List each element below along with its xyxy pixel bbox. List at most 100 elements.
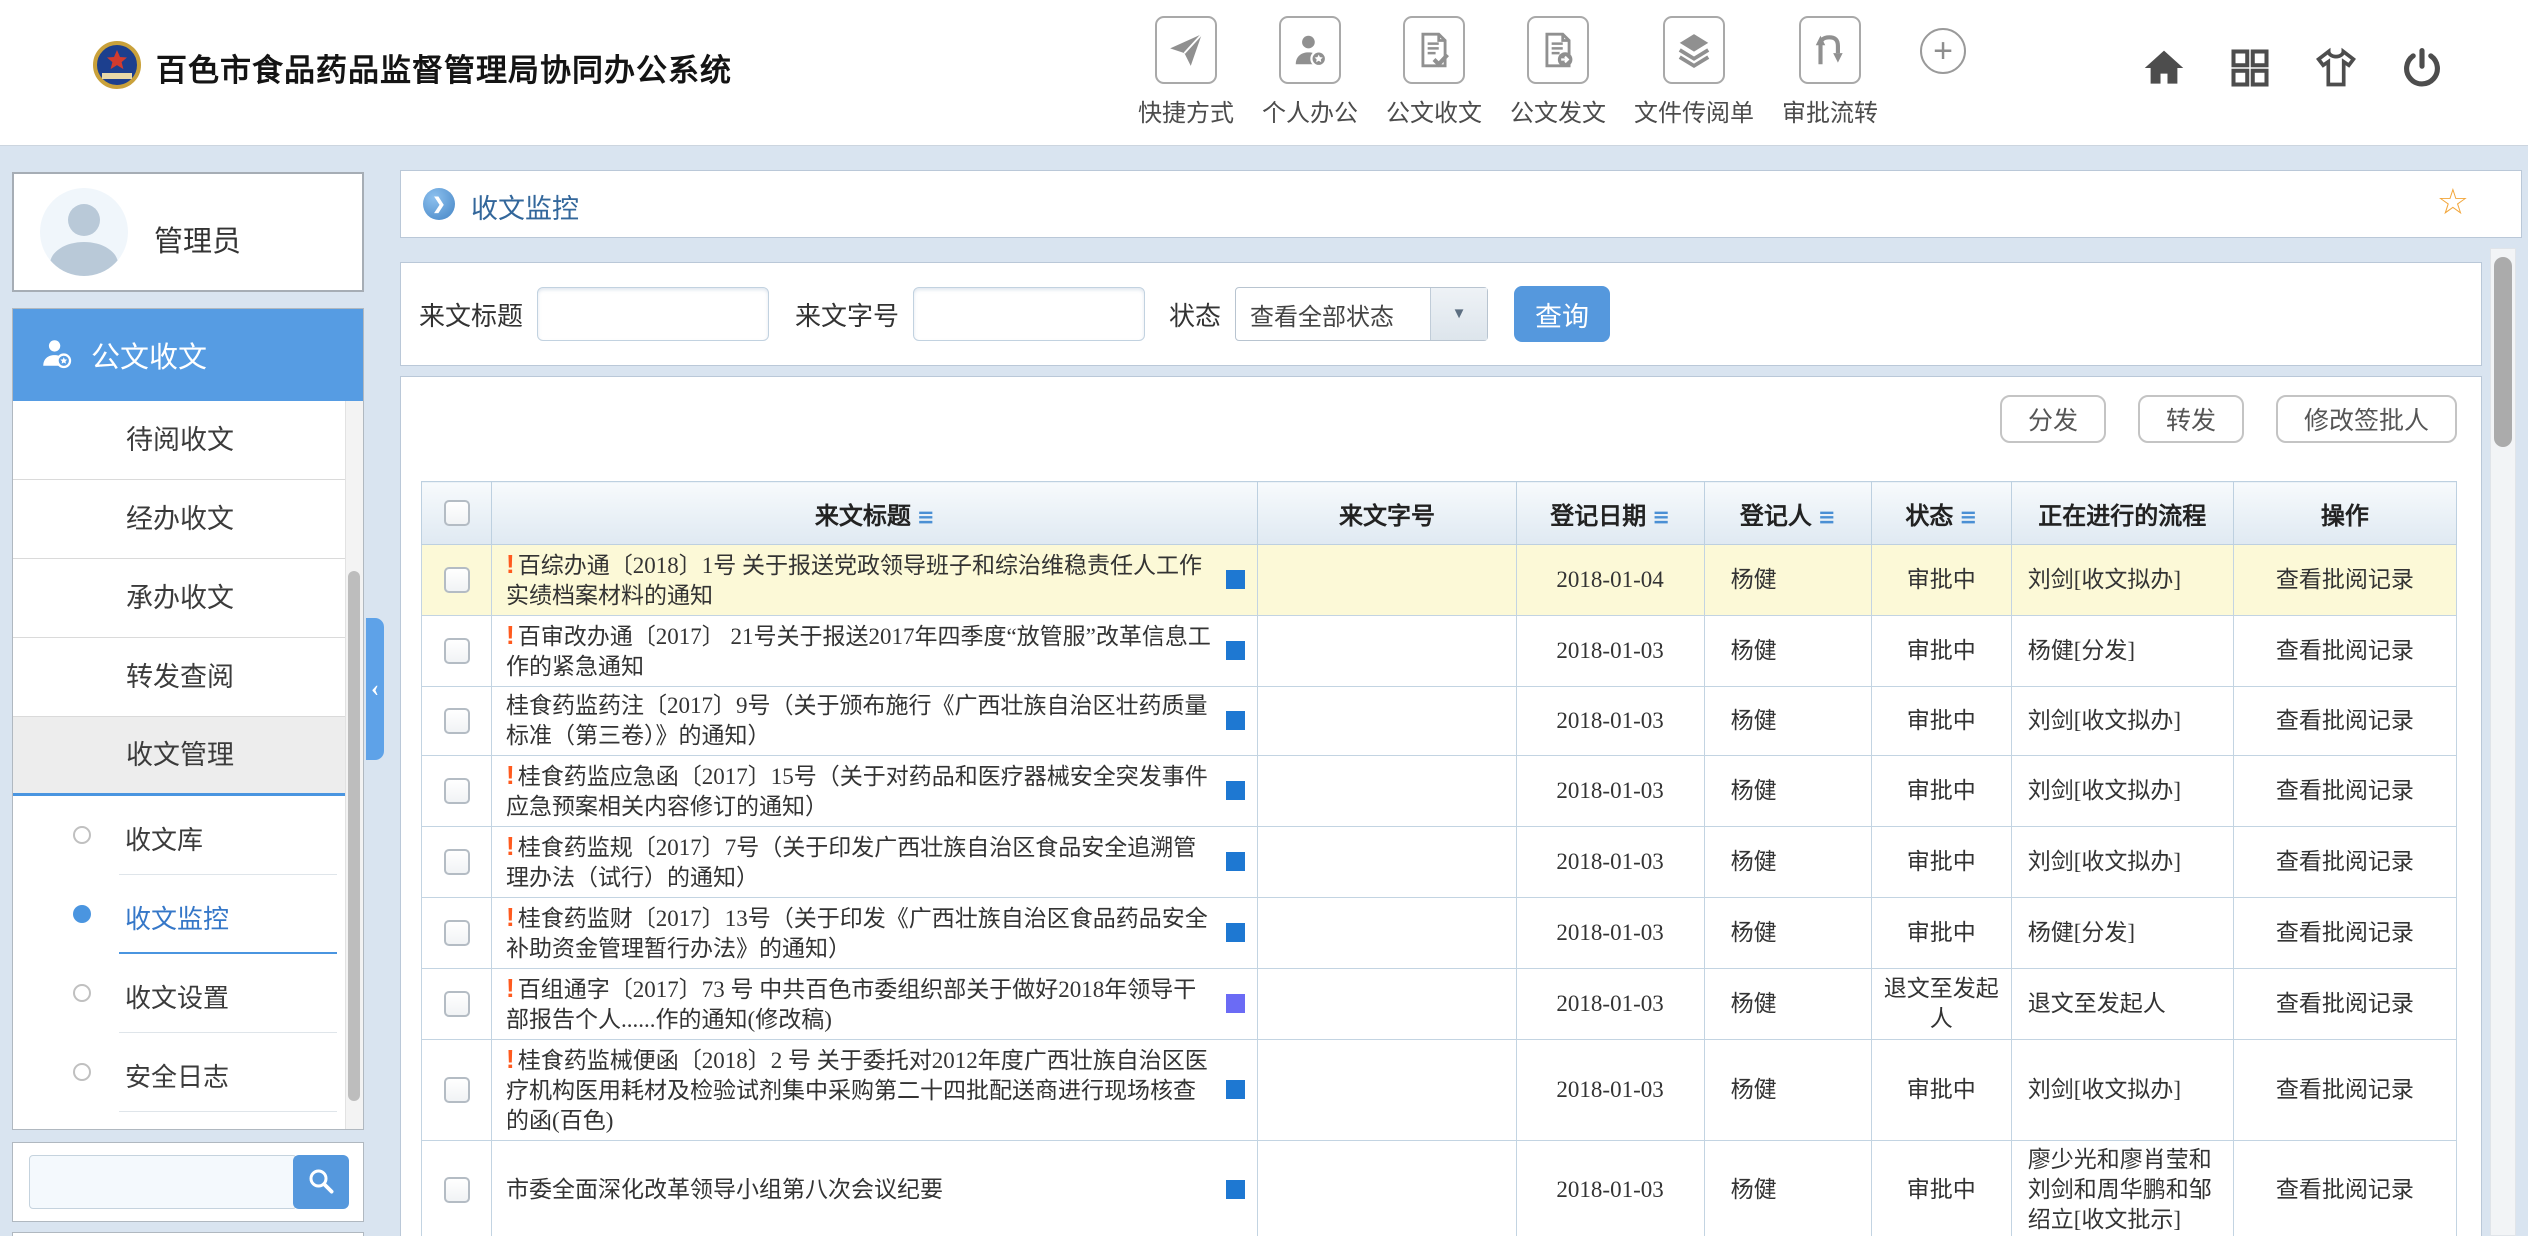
forward-button[interactable]: 转发 — [2138, 395, 2244, 443]
cell-date: 2018-01-03 — [1516, 756, 1704, 827]
sidebar-menu-item[interactable]: 承办收文 — [13, 559, 347, 638]
view-approval-record-link[interactable]: 查看批阅记录 — [2233, 545, 2456, 616]
theme-shirt-icon[interactable] — [2314, 46, 2358, 90]
doc-title-text[interactable]: 百综办通〔2018〕1号 关于报送党政领导班子和综治维稳责任人工作实绩档案材料的… — [506, 553, 1202, 608]
view-approval-record-link[interactable]: 查看批阅记录 — [2233, 969, 2456, 1040]
cell-title[interactable]: 百审改办通〔2017〕 21号关于报送2017年四季度“放管服”改革信息工作的紧… — [492, 616, 1258, 687]
row-checkbox[interactable] — [444, 778, 470, 804]
distribute-button[interactable]: 分发 — [2000, 395, 2106, 443]
sidebar-sub-item[interactable]: 收文设置 — [13, 954, 347, 1033]
sort-icon[interactable] — [1959, 505, 1977, 529]
menu-search-button[interactable] — [293, 1155, 349, 1209]
user-name: 管理员 — [154, 218, 241, 260]
urgent-icon — [506, 973, 515, 1003]
sidebar-sub-item-label: 收文设置 — [125, 978, 229, 1015]
doc-title-text[interactable]: 桂食药监药注〔2017〕9号（关于颁布施行《广西壮族自治区壮药质量标准（第三卷）… — [506, 693, 1208, 748]
top-toolbar: 快捷方式 个人办公 公文收文 公文发文 — [1138, 16, 1966, 128]
row-checkbox[interactable] — [444, 708, 470, 734]
status-select[interactable]: 查看全部状态 — [1235, 287, 1488, 341]
home-icon[interactable] — [2142, 46, 2186, 90]
sort-icon[interactable] — [917, 505, 935, 529]
radio-icon[interactable] — [73, 826, 91, 844]
sidebar-menu-item-label: 转发查阅 — [126, 662, 234, 692]
cell-title[interactable]: 桂食药监规〔2017〕7号（关于印发广西壮族自治区食品安全追溯管理办法（试行）的… — [492, 827, 1258, 898]
doc-title-text[interactable]: 桂食药监财〔2017〕13号（关于印发《广西壮族自治区食品药品安全补助资金管理暂… — [506, 906, 1208, 961]
sidebar-menu-item[interactable]: 经办收文 — [13, 480, 347, 559]
doc-title-text[interactable]: 市委全面深化改革领导小组第八次会议纪要 — [506, 1177, 943, 1202]
main-scrollbar[interactable] — [2490, 248, 2516, 1236]
table-row: 桂食药监械便函〔2018〕2 号 关于委托对2012年度广西壮族自治区医疗机构医… — [422, 1040, 2457, 1141]
radio-icon[interactable] — [73, 1063, 91, 1081]
chevron-down-icon[interactable] — [1430, 288, 1487, 340]
filter-docno-input[interactable] — [913, 287, 1145, 341]
toolbar-item-approval-flow[interactable]: 审批流转 — [1782, 16, 1878, 128]
view-approval-record-link[interactable]: 查看批阅记录 — [2233, 1040, 2456, 1141]
sidebar-collapse-handle[interactable] — [366, 618, 384, 760]
view-approval-record-link[interactable]: 查看批阅记录 — [2233, 898, 2456, 969]
cell-title[interactable]: 市委全面深化改革领导小组第八次会议纪要 — [492, 1141, 1258, 1236]
power-logout-icon[interactable] — [2400, 46, 2444, 90]
table-header-cell: 正在进行的流程 — [2011, 482, 2233, 545]
sort-icon[interactable] — [1652, 505, 1670, 529]
query-button[interactable]: 查询 — [1514, 286, 1610, 342]
doc-title-text[interactable]: 桂食药监应急函〔2017〕15号（关于对药品和医疗器械安全突发事件应急预案相关内… — [506, 764, 1208, 819]
filter-title-input[interactable] — [537, 287, 769, 341]
sidebar-menu-item-label: 经办收文 — [126, 504, 234, 534]
cell-registrant: 杨健 — [1704, 969, 1871, 1040]
cell-flow: 刘剑[收文拟办] — [2011, 827, 2233, 898]
sort-icon[interactable] — [1818, 505, 1836, 529]
cell-status: 审批中 — [1871, 1141, 2011, 1236]
view-approval-record-link[interactable]: 查看批阅记录 — [2233, 827, 2456, 898]
menu-search-input[interactable] — [29, 1155, 297, 1209]
doc-title-text[interactable]: 百审改办通〔2017〕 21号关于报送2017年四季度“放管服”改革信息工作的紧… — [506, 624, 1211, 679]
urgent-icon — [506, 902, 515, 932]
favorite-star-icon[interactable] — [2437, 181, 2469, 223]
apps-grid-icon[interactable] — [2228, 46, 2272, 90]
cell-title[interactable]: 桂食药监应急函〔2017〕15号（关于对药品和医疗器械安全突发事件应急预案相关内… — [492, 756, 1258, 827]
cell-title[interactable]: 百组通字〔2017〕73 号 中共百色市委组织部关于做好2018年领导干部报告个… — [492, 969, 1258, 1040]
urgent-icon — [506, 1044, 515, 1074]
cell-title[interactable]: 桂食药监药注〔2017〕9号（关于颁布施行《广西壮族自治区壮药质量标准（第三卷）… — [492, 687, 1258, 756]
select-all-checkbox[interactable] — [444, 500, 470, 526]
view-approval-record-link[interactable]: 查看批阅记录 — [2233, 616, 2456, 687]
view-approval-record-link[interactable]: 查看批阅记录 — [2233, 687, 2456, 756]
view-approval-record-link[interactable]: 查看批阅记录 — [2233, 756, 2456, 827]
toolbar-item-doc-send[interactable]: 公文发文 — [1510, 16, 1606, 128]
radio-icon[interactable] — [73, 905, 91, 923]
row-checkbox[interactable] — [444, 1077, 470, 1103]
row-checkbox[interactable] — [444, 849, 470, 875]
sidebar-menu-item[interactable]: 待阅收文 — [13, 401, 347, 480]
column-label: 登记日期 — [1550, 504, 1646, 530]
sidebar-sub-item-label: 收文监控 — [125, 899, 229, 936]
doc-title-text[interactable]: 桂食药监械便函〔2018〕2 号 关于委托对2012年度广西壮族自治区医疗机构医… — [506, 1048, 1208, 1133]
sidebar-menu-item[interactable]: 转发查阅 — [13, 638, 347, 717]
add-shortcut-button[interactable] — [1920, 28, 1966, 74]
cell-title[interactable]: 百综办通〔2018〕1号 关于报送党政领导班子和综治维稳责任人工作实绩档案材料的… — [492, 545, 1258, 616]
sidebar-sub-item[interactable]: 收文监控 — [13, 875, 347, 954]
sidebar-sub-item[interactable]: 安全日志 — [13, 1033, 347, 1112]
toolbar-item-doc-receive[interactable]: 公文收文 — [1386, 16, 1482, 128]
row-checkbox[interactable] — [444, 1177, 470, 1203]
row-checkbox[interactable] — [444, 920, 470, 946]
view-approval-record-link[interactable]: 查看批阅记录 — [2233, 1141, 2456, 1236]
sidebar-sub-item[interactable]: 收文库 — [13, 796, 347, 875]
row-checkbox[interactable] — [444, 567, 470, 593]
doc-title-text[interactable]: 百组通字〔2017〕73 号 中共百色市委组织部关于做好2018年领导干部报告个… — [506, 977, 1196, 1032]
sidebar-search-panel — [12, 1142, 364, 1222]
toolbar-item-personal-office[interactable]: 个人办公 — [1262, 16, 1358, 128]
toolbar-item-circulation-sheet[interactable]: 文件传阅单 — [1634, 16, 1754, 128]
sidebar-section-doc-receive[interactable]: 公文收文 — [13, 309, 363, 401]
main-scrollbar-thumb[interactable] — [2494, 257, 2512, 447]
sidebar-scrollbar-thumb[interactable] — [348, 571, 360, 1101]
cell-flow: 刘剑[收文拟办] — [2011, 756, 2233, 827]
sidebar-scrollbar[interactable] — [345, 401, 363, 1129]
row-checkbox[interactable] — [444, 991, 470, 1017]
toolbar-item-shortcuts[interactable]: 快捷方式 — [1138, 16, 1234, 128]
doc-title-text[interactable]: 桂食药监规〔2017〕7号（关于印发广西壮族自治区食品安全追溯管理办法（试行）的… — [506, 835, 1196, 890]
modify-approver-button[interactable]: 修改签批人 — [2276, 395, 2457, 443]
row-checkbox[interactable] — [444, 638, 470, 664]
radio-icon[interactable] — [73, 984, 91, 1002]
cell-title[interactable]: 桂食药监财〔2017〕13号（关于印发《广西壮族自治区食品药品安全补助资金管理暂… — [492, 898, 1258, 969]
cell-title[interactable]: 桂食药监械便函〔2018〕2 号 关于委托对2012年度广西壮族自治区医疗机构医… — [492, 1040, 1258, 1141]
sidebar-menu-item[interactable]: 收文管理 — [13, 717, 347, 796]
